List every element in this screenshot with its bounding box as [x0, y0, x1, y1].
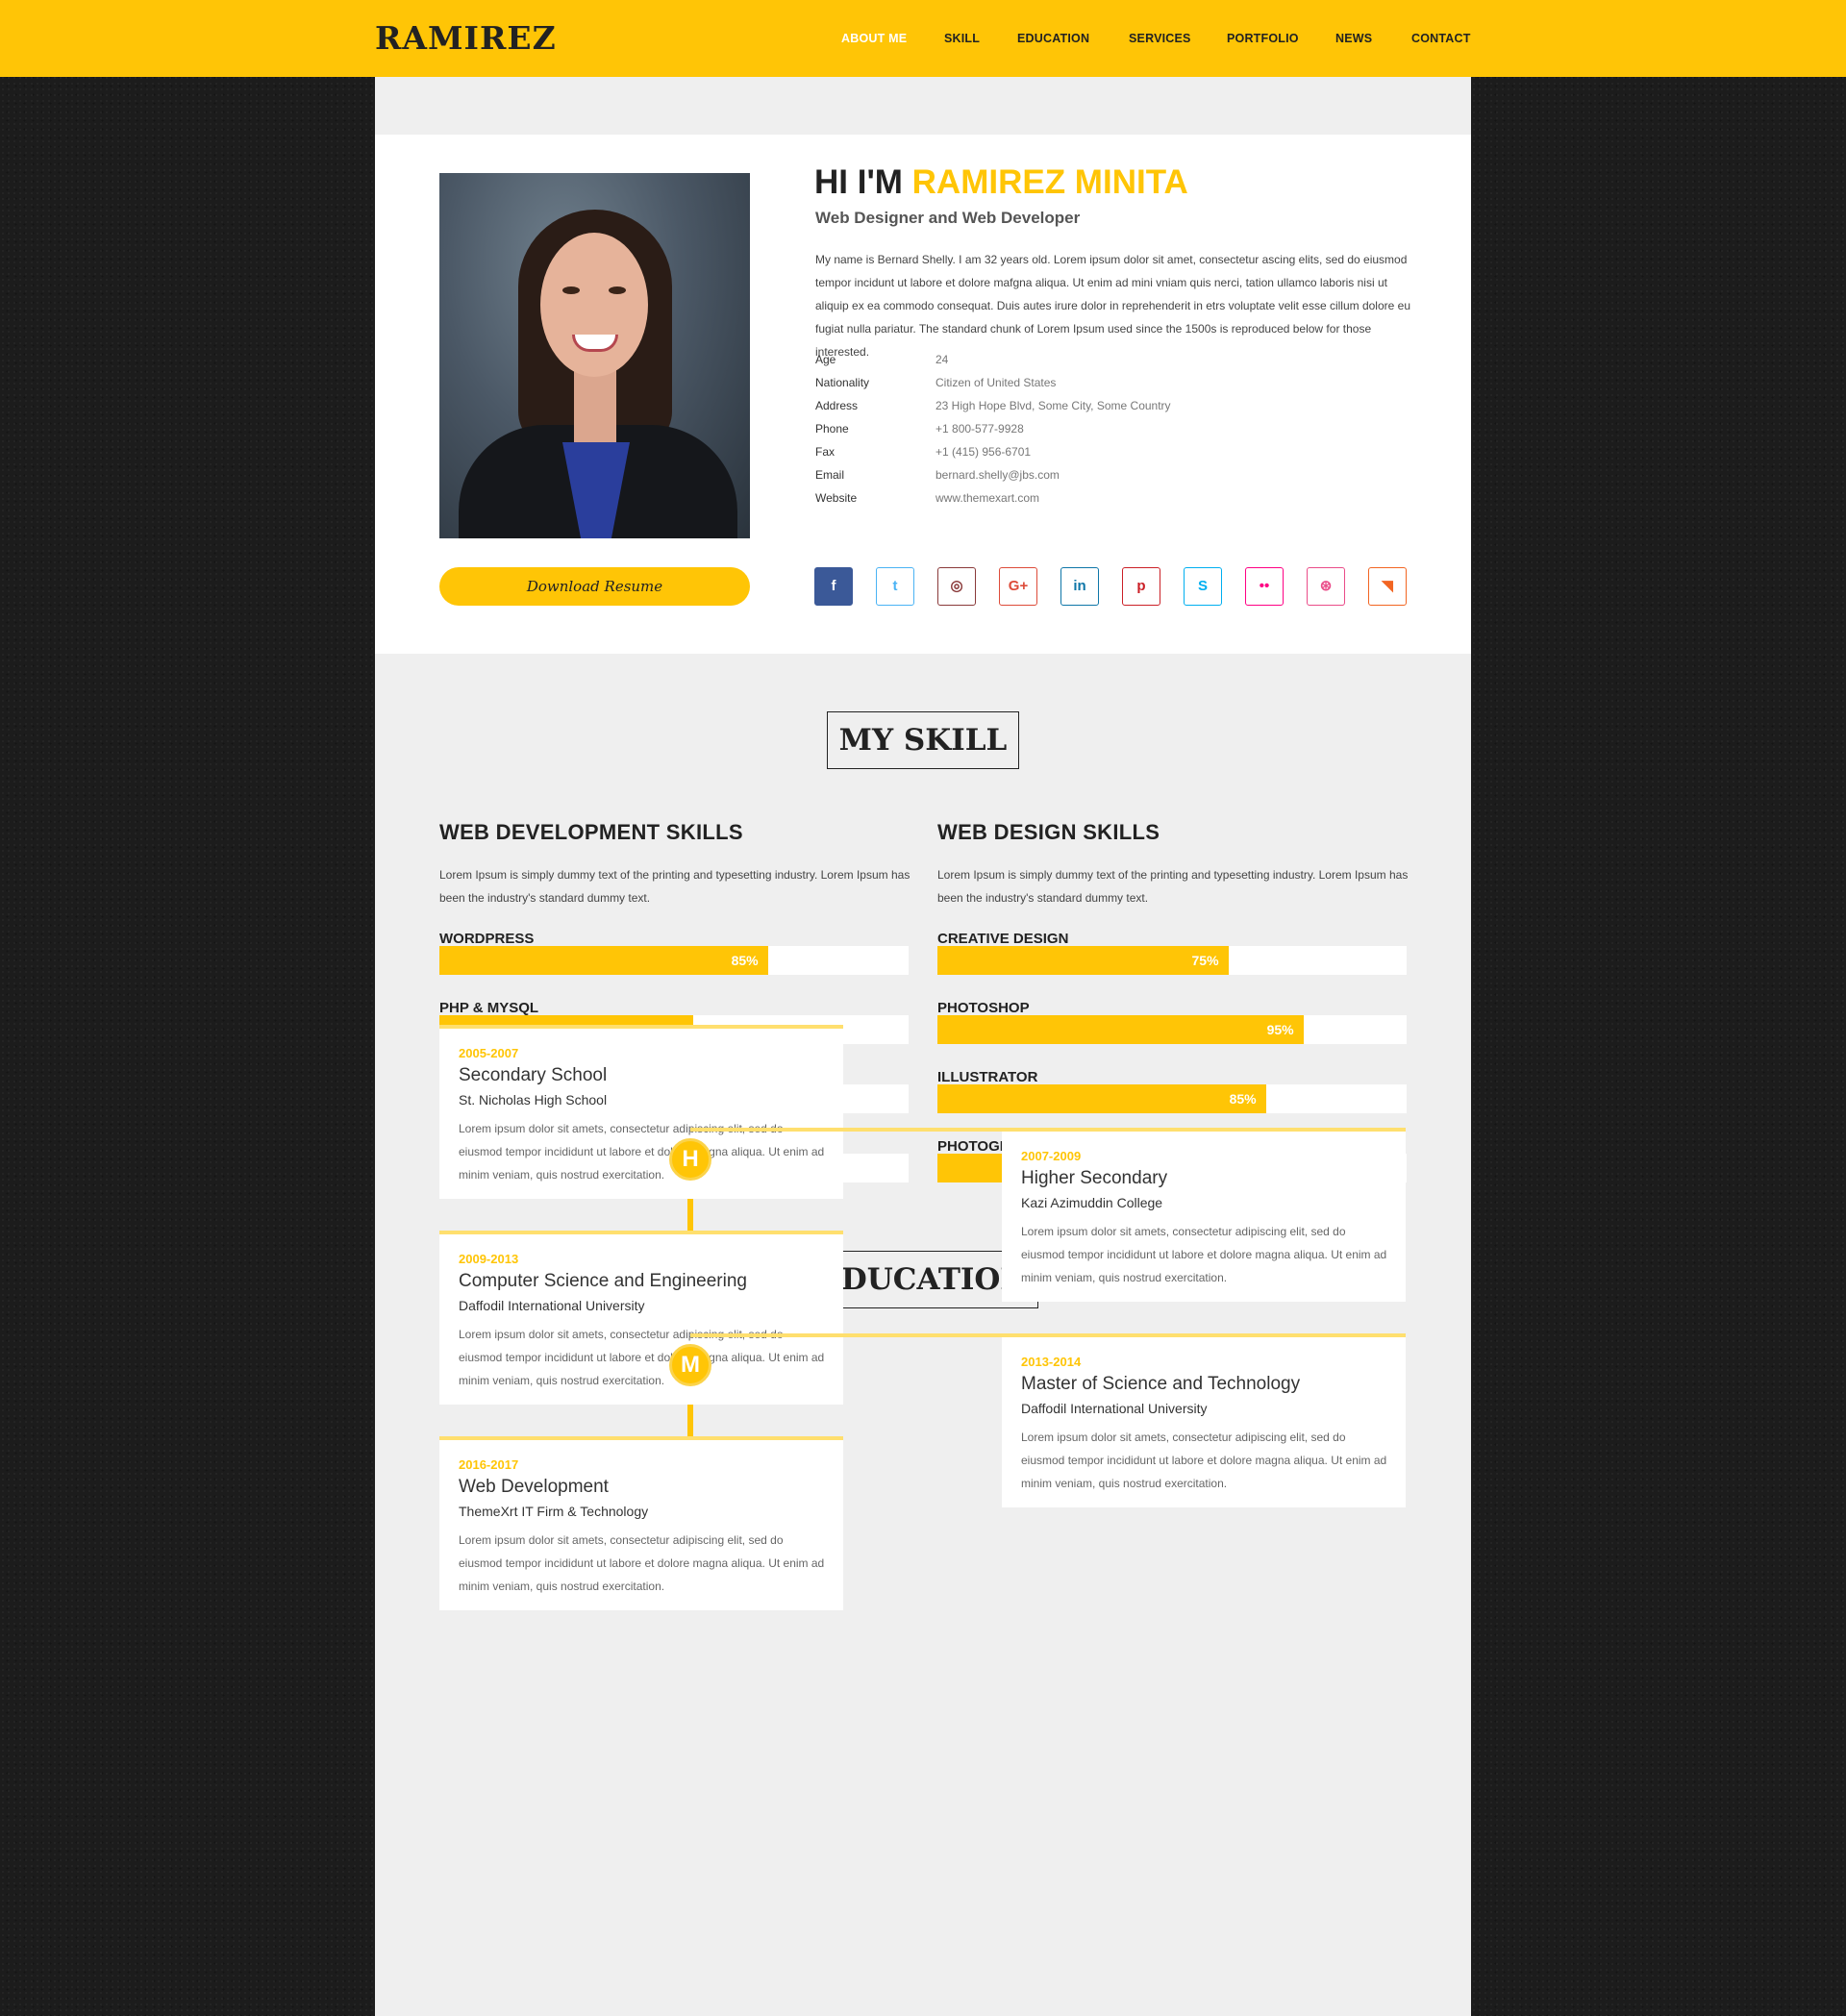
- info-label: Email: [815, 468, 845, 482]
- skill-label: ILLUSTRATOR: [937, 1069, 1038, 1085]
- skill-progress-bar: 85%: [937, 1084, 1407, 1113]
- education-institution: St. Nicholas High School: [459, 1092, 608, 1108]
- education-card: 2013-2014 Master of Science and Technolog…: [1002, 1333, 1406, 1507]
- education-title: Higher Secondary: [1021, 1168, 1168, 1188]
- nav-contact[interactable]: CONTACT: [1411, 32, 1471, 45]
- skill-percent: 85%: [731, 953, 759, 968]
- education-institution: Daffodil International University: [459, 1298, 645, 1313]
- info-label: Age: [815, 353, 836, 366]
- web-design-skills-title: WEB DESIGN SKILLS: [937, 820, 1160, 844]
- web-dev-skills-title: WEB DEVELOPMENT SKILLS: [439, 820, 743, 844]
- education-institution: Kazi Azimuddin College: [1021, 1195, 1163, 1210]
- skill-label: PHOTOSHOP: [937, 1000, 1030, 1016]
- education-years: 2007-2009: [1021, 1149, 1082, 1163]
- education-card: 2007-2009 Higher Secondary Kazi Azimuddin …: [1002, 1128, 1406, 1302]
- nav-news[interactable]: NEWS: [1335, 32, 1372, 45]
- info-value: +1 (415) 956-6701: [935, 445, 1032, 459]
- greeting-text: HI I'M: [814, 163, 912, 201]
- dribbble-icon[interactable]: ⊛: [1307, 567, 1345, 606]
- skill-progress-bar: 75%: [937, 946, 1407, 975]
- info-value: 23 High Hope Blvd, Some City, Some Count…: [935, 399, 1171, 412]
- skill-progress-fill: 85%: [937, 1084, 1266, 1113]
- web-dev-skills-desc: Lorem Ipsum is simply dummy text of the …: [439, 868, 911, 905]
- nav-skill[interactable]: SKILL: [944, 32, 980, 45]
- google-plus-icon[interactable]: G+: [999, 567, 1037, 606]
- info-value: Citizen of United States: [935, 376, 1057, 389]
- education-institution: ThemeXrt IT Firm & Technology: [459, 1504, 649, 1519]
- profile-photo: [439, 173, 750, 538]
- education-card: 2009-2013 Computer Science and Engineerin…: [439, 1231, 843, 1405]
- education-card: 2016-2017 Web Development ThemeXrt IT Firm…: [439, 1436, 843, 1610]
- skill-progress-fill: 75%: [937, 946, 1229, 975]
- profile-section: Download Resume HI I'M RAMIREZ MINITA We…: [375, 135, 1471, 654]
- skill-progress-bar: 85%: [439, 946, 909, 975]
- info-label: Address: [815, 399, 859, 412]
- nav-education[interactable]: EDUCATION: [1017, 32, 1089, 45]
- web-design-skills-desc: Lorem Ipsum is simply dummy text of the …: [937, 868, 1409, 905]
- info-label: Website: [815, 491, 858, 505]
- profile-heading: HI I'M RAMIREZ MINITA: [814, 163, 1188, 202]
- skill-label: PHP & MYSQL: [439, 1000, 539, 1016]
- skill-percent: 75%: [1191, 953, 1219, 968]
- education-institution: Daffodil International University: [1021, 1401, 1208, 1416]
- skill-progress-fill: 85%: [439, 946, 768, 975]
- brand-logo[interactable]: RAMIREZ: [375, 19, 557, 57]
- skill-label: CREATIVE DESIGN: [937, 931, 1069, 947]
- facebook-icon[interactable]: f: [814, 567, 853, 606]
- info-value: 24: [935, 353, 949, 366]
- education-years: 2005-2007: [459, 1046, 519, 1060]
- profile-bio: My name is Bernard Shelly. I am 32 years…: [815, 253, 1411, 359]
- education-description: Lorem ipsum dolor sit amets, consectetur…: [459, 1533, 825, 1593]
- rss-icon[interactable]: ◥: [1368, 567, 1407, 606]
- education-card: 2005-2007 Secondary School St. Nicholas Hi…: [439, 1025, 843, 1199]
- skill-percent: 95%: [1266, 1022, 1294, 1037]
- skill-progress-fill: 95%: [937, 1015, 1304, 1044]
- education-years: 2013-2014: [1021, 1355, 1082, 1369]
- skill-label: WORDPRESS: [439, 931, 535, 947]
- nav-services[interactable]: SERVICES: [1129, 32, 1191, 45]
- skype-icon[interactable]: S: [1184, 567, 1222, 606]
- education-title: Web Development: [459, 1477, 609, 1497]
- profile-name: RAMIREZ MINITA: [911, 163, 1188, 201]
- info-label: Fax: [815, 445, 836, 459]
- profile-subtitle: Web Designer and Web Developer: [815, 209, 1081, 227]
- download-resume-button[interactable]: Download Resume: [439, 567, 750, 606]
- education-years: 2009-2013: [459, 1252, 519, 1266]
- timeline-marker: H: [669, 1138, 711, 1181]
- education-title: Master of Science and Technology: [1021, 1374, 1301, 1394]
- info-label: Phone: [815, 422, 849, 436]
- top-navigation-bar: RAMIREZ ABOUT ME SKILL EDUCATION SERVICE…: [0, 0, 1846, 77]
- skills-section-title: MY SKILL: [827, 711, 1019, 769]
- nav-portfolio[interactable]: PORTFOLIO: [1227, 32, 1299, 45]
- education-years: 2016-2017: [459, 1457, 519, 1472]
- education-title: Computer Science and Engineering: [459, 1271, 747, 1291]
- main-content: Download Resume HI I'M RAMIREZ MINITA We…: [375, 77, 1471, 2016]
- skill-percent: 85%: [1229, 1091, 1257, 1107]
- info-label: Nationality: [815, 376, 870, 389]
- nav-about-me[interactable]: ABOUT ME: [841, 32, 907, 45]
- education-description: Lorem ipsum dolor sit amets, consectetur…: [1021, 1431, 1387, 1490]
- twitter-icon[interactable]: t: [876, 567, 914, 606]
- info-value: +1 800-577-9928: [935, 422, 1024, 436]
- education-description: Lorem ipsum dolor sit amets, consectetur…: [1021, 1225, 1387, 1284]
- info-value[interactable]: bernard.shelly@jbs.com: [935, 463, 1060, 486]
- info-value[interactable]: www.themexart.com: [935, 486, 1039, 510]
- skill-progress-bar: 95%: [937, 1015, 1407, 1044]
- flickr-icon[interactable]: ••: [1245, 567, 1284, 606]
- instagram-icon[interactable]: ◎: [937, 567, 976, 606]
- education-title: Secondary School: [459, 1065, 608, 1085]
- linkedin-icon[interactable]: in: [1060, 567, 1099, 606]
- timeline-marker: M: [669, 1344, 711, 1386]
- pinterest-icon[interactable]: p: [1122, 567, 1160, 606]
